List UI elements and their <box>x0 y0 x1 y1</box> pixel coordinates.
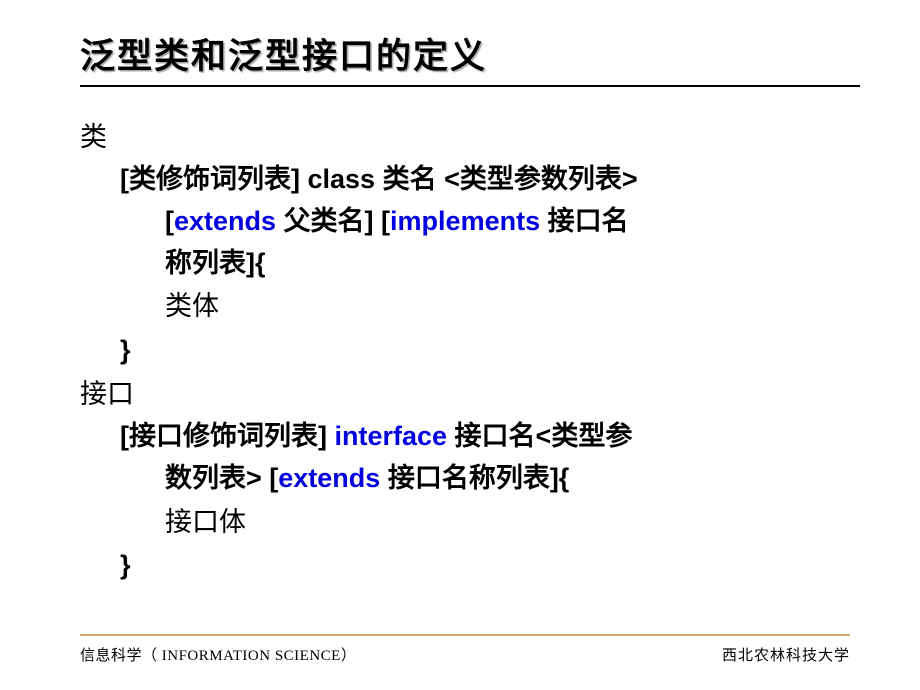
class-line3: 称列表]{ <box>165 243 850 285</box>
text: 接口名<类型参 <box>447 421 632 451</box>
keyword-extends: extends <box>278 463 380 493</box>
text: 类名 <类型参数列表> <box>375 164 638 194</box>
slide: 泛型类和泛型接口的定义 类 [类修饰词列表] class 类名 <类型参数列表>… <box>0 0 920 690</box>
interface-line1: [接口修饰词列表] interface 接口名<类型参 <box>120 416 850 458</box>
text: 接口名称列表]{ <box>380 463 569 493</box>
text: [接口修饰词列表] <box>120 421 334 451</box>
keyword-interface: interface <box>334 421 447 451</box>
keyword-extends: extends <box>174 206 276 236</box>
footer-text: 信息科学（ INFORMATION SCIENCE） 西北农林科技大学 <box>80 644 850 665</box>
footer-right: 西北农林科技大学 <box>722 644 850 665</box>
slide-title: 泛型类和泛型接口的定义 <box>80 28 850 79</box>
footer-divider <box>80 634 850 636</box>
title-block: 泛型类和泛型接口的定义 <box>80 28 850 87</box>
text: 接口名 <box>540 206 629 236</box>
keyword-implements: implements <box>390 206 540 236</box>
footer-left: 信息科学（ INFORMATION SCIENCE） <box>80 644 356 665</box>
text: 数列表> [ <box>165 463 278 493</box>
title-underline <box>80 85 860 87</box>
text: [ <box>165 206 174 236</box>
keyword-class: class <box>307 164 375 194</box>
class-body: 类体 <box>165 286 850 328</box>
class-line2: [extends 父类名] [implements 接口名 <box>165 201 850 243</box>
interface-close: } <box>120 545 850 587</box>
interface-line2: 数列表> [extends 接口名称列表]{ <box>165 458 850 500</box>
interface-body: 接口体 <box>165 502 850 544</box>
class-line1: [类修饰词列表] class 类名 <类型参数列表> <box>120 159 850 201</box>
section-interface-label: 接口 <box>80 374 850 416</box>
text: [类修饰词列表] <box>120 164 307 194</box>
section-class-label: 类 <box>80 117 850 159</box>
class-close: } <box>120 330 850 372</box>
text: 父类名] [ <box>276 206 390 236</box>
text: 称列表]{ <box>165 248 266 278</box>
content: 类 [类修饰词列表] class 类名 <类型参数列表> [extends 父类… <box>80 117 850 587</box>
footer: 信息科学（ INFORMATION SCIENCE） 西北农林科技大学 <box>80 634 850 665</box>
